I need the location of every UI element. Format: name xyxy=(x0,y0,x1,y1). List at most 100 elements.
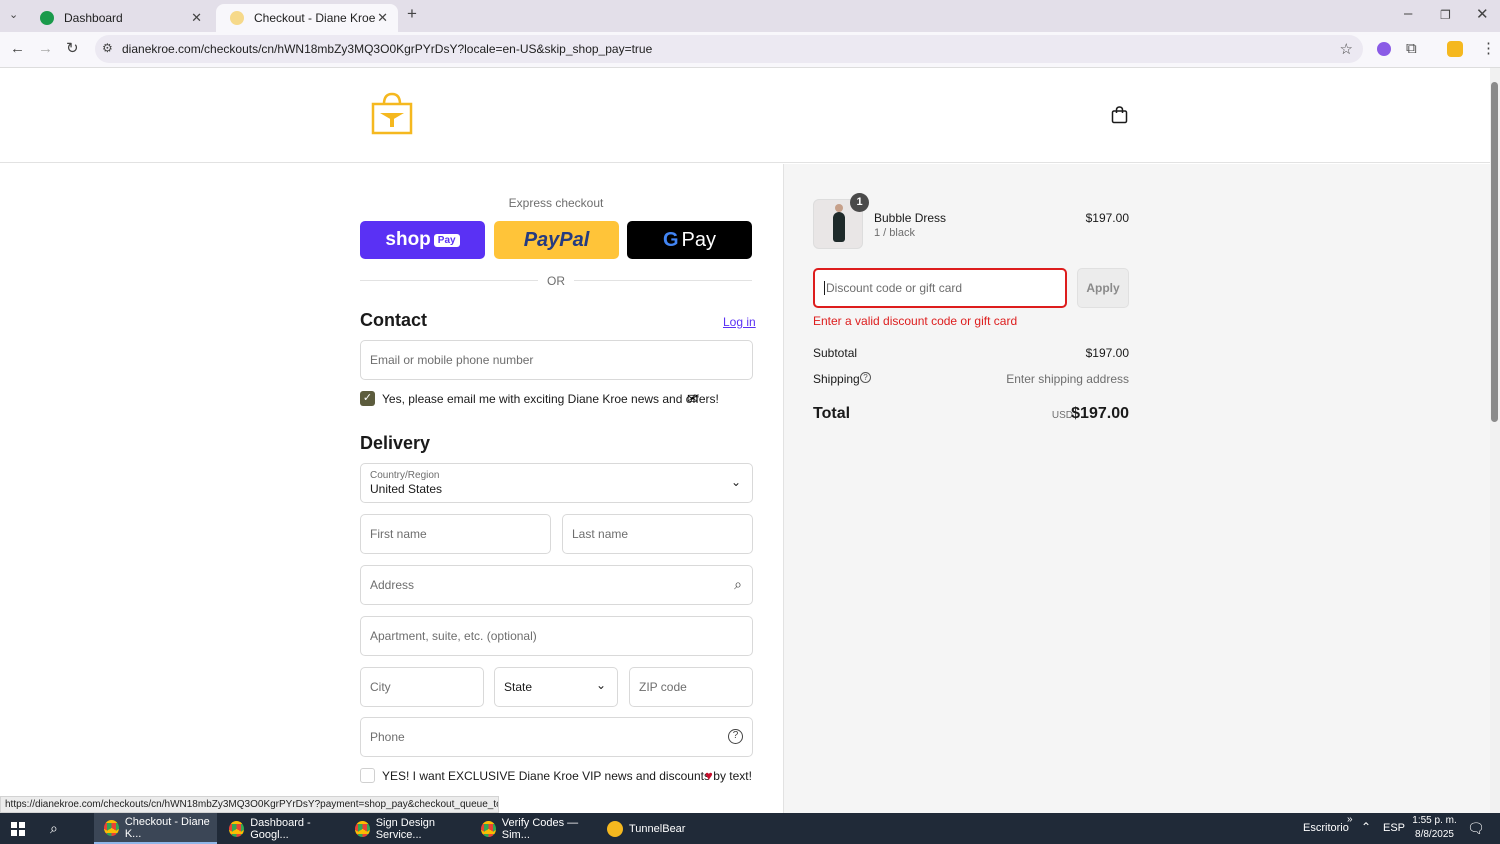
close-tab-icon[interactable]: ✕ xyxy=(191,10,202,26)
country-value: United States xyxy=(370,482,443,496)
chrome-icon xyxy=(481,820,496,837)
chevron-down-icon: ⌄ xyxy=(730,475,741,489)
sms-checkbox[interactable] xyxy=(360,768,375,783)
forward-icon[interactable]: → xyxy=(38,41,53,57)
site-info-icon[interactable]: ⚙ xyxy=(102,41,113,55)
state-select[interactable]: State ⌄ xyxy=(494,667,618,707)
chevron-right-icon[interactable]: » xyxy=(1347,814,1353,825)
heart-icon: ♥ xyxy=(705,768,713,783)
taskbar-item-dashboard[interactable]: Dashboard - Googl... xyxy=(219,813,344,844)
chrome-icon xyxy=(104,819,119,836)
tab-label: Checkout - Diane Kroe xyxy=(254,11,376,25)
checkout-header xyxy=(0,68,1490,163)
help-circle-icon[interactable]: ? xyxy=(728,729,743,744)
order-summary-panel xyxy=(783,164,1490,814)
bookmark-star-icon[interactable]: ☆ xyxy=(1340,40,1353,58)
scrollbar-thumb[interactable] xyxy=(1491,82,1498,422)
reload-icon[interactable]: ↻ xyxy=(66,41,79,57)
back-icon[interactable]: ← xyxy=(10,41,25,57)
apartment-field[interactable]: Apartment, suite, etc. (optional) xyxy=(360,616,753,656)
city-field[interactable]: City xyxy=(360,667,484,707)
text-cursor xyxy=(824,281,825,295)
divider-right xyxy=(574,280,752,281)
minimize-icon[interactable]: – xyxy=(1404,6,1412,22)
taskbar-search-icon[interactable]: ⌕ xyxy=(50,820,58,837)
delivery-heading: Delivery xyxy=(360,433,431,453)
taskbar-item-verify-codes[interactable]: Verify Codes — Sim... xyxy=(471,813,596,844)
dashboard-favicon-icon xyxy=(40,11,54,25)
taskbar-item-checkout[interactable]: Checkout - Diane K... xyxy=(94,813,217,844)
dress-head xyxy=(835,204,843,212)
express-checkout-label: Express checkout xyxy=(508,196,604,210)
taskbar-item-sign-design[interactable]: Sign Design Service... xyxy=(345,813,470,844)
notifications-icon[interactable]: 🗨 xyxy=(1467,820,1485,837)
store-logo-icon[interactable] xyxy=(370,92,414,136)
menu-dots-icon[interactable]: ⋮ xyxy=(1481,41,1496,57)
tab-label: Dashboard xyxy=(64,11,123,25)
chrome-icon xyxy=(355,820,370,837)
paypal-button[interactable]: PayPal xyxy=(494,221,619,259)
chevron-down-icon: ⌄ xyxy=(595,678,606,692)
divider-left xyxy=(360,280,538,281)
discount-error: Enter a valid discount code or gift card xyxy=(813,314,1018,328)
first-name-field[interactable]: First name xyxy=(360,514,551,554)
tab-dashboard[interactable]: Dashboard ✕ xyxy=(26,4,212,32)
browser-toolbar: ← → ↻ ⚙ dianekroe.com/checkouts/cn/hWN18… xyxy=(0,32,1500,68)
chevron-up-icon[interactable]: ⌃ xyxy=(1361,820,1371,834)
url-text: dianekroe.com/checkouts/cn/hWN18mbZy3MQ3… xyxy=(122,42,653,56)
restore-icon[interactable]: ❐ xyxy=(1440,7,1451,23)
newsletter-checkbox[interactable]: ✓ xyxy=(360,391,375,406)
total-label: Total xyxy=(813,405,851,422)
subtotal-label: Subtotal xyxy=(813,346,858,360)
cart-bag-icon[interactable] xyxy=(1111,106,1128,124)
search-icon: ⌕ xyxy=(734,576,742,592)
contact-heading: Contact xyxy=(360,310,427,330)
shipping-value: Enter shipping address xyxy=(1006,372,1129,386)
chrome-icon xyxy=(229,820,245,837)
address-field[interactable]: Address ⌕ xyxy=(360,565,753,605)
shipping-label: Shipping xyxy=(813,372,860,386)
shop-pay-button[interactable]: shop Pay xyxy=(360,221,485,259)
clock-date[interactable]: 8/8/2025 xyxy=(1412,829,1457,840)
last-name-field[interactable]: Last name xyxy=(562,514,753,554)
or-label: OR xyxy=(547,274,565,288)
language-indicator[interactable]: ESP xyxy=(1383,822,1405,834)
login-link[interactable]: Log in xyxy=(723,315,756,329)
envelope-icon: ✉ xyxy=(687,391,698,406)
close-window-icon[interactable]: ✕ xyxy=(1476,7,1489,23)
page-scrollbar[interactable] xyxy=(1490,68,1500,813)
google-pay-button[interactable]: G Pay xyxy=(627,221,752,259)
total-currency: USD xyxy=(1051,410,1073,421)
product-name: Bubble Dress xyxy=(874,211,947,225)
quantity-badge: 1 xyxy=(850,193,869,212)
info-circle-icon[interactable]: ? xyxy=(860,372,871,383)
product-price: $197.00 xyxy=(1085,211,1129,225)
address-bar[interactable]: ⚙ dianekroe.com/checkouts/cn/hWN18mbZy3M… xyxy=(95,35,1363,63)
apply-button[interactable]: Apply xyxy=(1077,268,1129,308)
status-url-bar: https://dianekroe.com/checkouts/cn/hWN18… xyxy=(0,796,499,813)
total-value: $197.00 xyxy=(1071,405,1129,422)
tab-checkout[interactable]: Checkout - Diane Kroe ✕ xyxy=(216,4,398,32)
close-tab-icon[interactable]: ✕ xyxy=(377,10,388,26)
extensions-puzzle-icon[interactable]: ⧉ xyxy=(1406,41,1417,57)
desktop-label[interactable]: Escritorio xyxy=(1303,822,1349,834)
new-tab-icon[interactable]: + xyxy=(407,5,417,22)
email-field[interactable]: Email or mobile phone number xyxy=(360,340,753,380)
phone-field[interactable]: Phone ? xyxy=(360,717,753,757)
tab-search-icon[interactable]: ⌄ xyxy=(9,7,18,23)
subtotal-value: $197.00 xyxy=(1085,346,1129,360)
country-select[interactable]: Country/Region United States ⌄ xyxy=(360,463,753,503)
zip-field[interactable]: ZIP code xyxy=(629,667,753,707)
taskbar-item-tunnelbear[interactable]: TunnelBear xyxy=(597,813,717,844)
windows-start-icon[interactable] xyxy=(11,822,25,836)
dress-figure-icon xyxy=(833,212,845,242)
google-g-icon: G xyxy=(662,228,679,251)
sms-label: YES! I want EXCLUSIVE Diane Kroe VIP new… xyxy=(382,769,752,783)
clock-time[interactable]: 1:55 p. m. xyxy=(1412,815,1457,826)
discount-input[interactable]: Discount code or gift card xyxy=(813,268,1067,308)
checkout-favicon-icon xyxy=(230,11,244,25)
profile-icon[interactable] xyxy=(1447,41,1463,57)
country-label: Country/Region xyxy=(370,470,440,481)
tunnelbear-icon xyxy=(607,820,623,837)
extension-circle-icon[interactable] xyxy=(1377,42,1391,56)
